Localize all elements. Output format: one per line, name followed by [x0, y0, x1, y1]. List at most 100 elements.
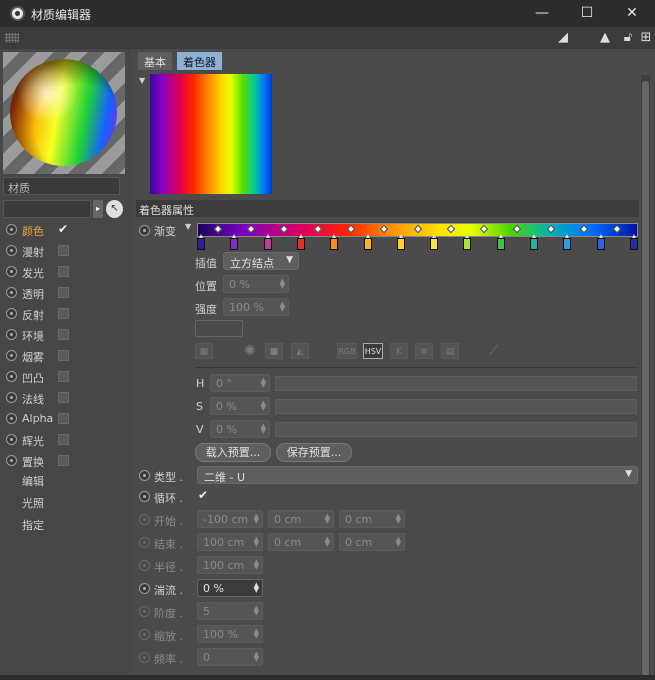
save-preset-button[interactable]: 保存预置... — [276, 443, 352, 462]
gradient-knot[interactable] — [430, 234, 439, 250]
gradient-midpoint-marker[interactable] — [246, 224, 256, 234]
type-dropdown[interactable]: 二维 - U ▼ — [197, 466, 638, 484]
octaves-field[interactable]: 5 ▲ ▼ — [197, 602, 263, 620]
channel-item[interactable]: 颜色 ✔ — [3, 220, 128, 240]
material-preview[interactable] — [3, 52, 125, 174]
type-radio[interactable] — [139, 470, 150, 481]
channel-item[interactable]: 凹凸 — [3, 367, 128, 387]
picture-icon[interactable]: ◭ — [291, 343, 309, 359]
spinner-icon[interactable]: ▲ ▼ — [261, 377, 266, 389]
grip-handle-icon[interactable] — [5, 33, 19, 43]
spinner-icon[interactable]: ▲ ▼ — [396, 513, 401, 525]
spinner-icon[interactable]: ▲ ▼ — [254, 605, 259, 617]
channel-item[interactable]: 反射 — [3, 304, 128, 324]
channel-radio[interactable] — [6, 413, 17, 424]
spinner-icon[interactable]: ▲ ▼ — [254, 582, 259, 594]
gradient-midpoint-marker[interactable] — [280, 224, 289, 234]
gradient-knot[interactable] — [496, 234, 505, 250]
gradient-knot[interactable] — [630, 234, 638, 250]
channel-item[interactable]: 置换 — [3, 451, 128, 471]
channel-item[interactable]: 烟雾 — [3, 346, 128, 366]
channel-checkbox[interactable] — [58, 434, 69, 445]
close-button[interactable]: ✕ — [609, 0, 655, 27]
end-radio[interactable] — [139, 537, 150, 548]
channel-radio[interactable] — [6, 392, 17, 403]
gradient-midpoint-marker[interactable] — [213, 224, 222, 234]
frequency-radio[interactable] — [139, 652, 150, 663]
start-radio[interactable] — [139, 514, 150, 525]
gradient-bar[interactable] — [197, 223, 638, 237]
turbulence-radio[interactable] — [139, 583, 150, 594]
color-swatch[interactable] — [195, 320, 243, 337]
spinner-icon[interactable]: ▲ ▼ — [254, 651, 259, 663]
dropdown-arrow-icon[interactable]: ▸ — [93, 200, 103, 218]
v-field[interactable]: 0 % ▲ ▼ — [210, 420, 270, 438]
tab-shader[interactable]: 着色器 — [177, 52, 222, 70]
intensity-field[interactable]: 100 % ▲ ▼ — [223, 298, 289, 316]
gradient-knot[interactable] — [363, 234, 372, 250]
s-field[interactable]: 0 % ▲ ▼ — [210, 397, 270, 415]
gradient-knot[interactable] — [330, 234, 339, 250]
channel-radio[interactable] — [6, 308, 17, 319]
extra-tab-item[interactable]: 编辑 — [22, 473, 44, 489]
channel-item[interactable]: 环境 — [3, 325, 128, 345]
new-window-icon[interactable]: ⊞ — [638, 30, 654, 46]
channel-checkbox[interactable] — [58, 266, 69, 277]
cycle-checkmark-icon[interactable]: ✔ — [198, 488, 208, 502]
spinner-icon[interactable]: ▲ ▼ — [280, 301, 285, 313]
channel-radio[interactable] — [6, 224, 17, 235]
h-slider[interactable] — [275, 376, 637, 391]
extra-tab-item[interactable]: 指定 — [22, 517, 44, 533]
start-y-field[interactable]: 0 cm ▲ ▼ — [268, 510, 334, 528]
gradient-midpoint-marker[interactable] — [513, 224, 522, 234]
gradient-midpoint-marker[interactable] — [379, 224, 389, 234]
channel-checkbox[interactable] — [58, 413, 69, 424]
channel-item[interactable]: 发光 — [3, 262, 128, 282]
channel-radio[interactable] — [6, 329, 17, 340]
channel-radio[interactable] — [6, 371, 17, 382]
cycle-radio[interactable] — [139, 491, 150, 502]
gradient-midpoint-marker[interactable] — [446, 224, 456, 234]
spectrum-icon[interactable]: ■ — [265, 343, 283, 359]
kelvin-icon[interactable]: K — [390, 343, 408, 359]
gradient-knot[interactable] — [396, 234, 405, 250]
channel-checkbox[interactable] — [58, 245, 69, 256]
scale-field[interactable]: 100 % ▲ ▼ — [197, 625, 263, 643]
mixer-icon[interactable]: ≡ — [415, 343, 433, 359]
extra-tab-item[interactable]: 光照 — [22, 495, 44, 511]
start-x-field[interactable]: -100 cm ▲ ▼ — [197, 510, 263, 528]
gradient-knot[interactable] — [197, 234, 205, 250]
spinner-icon[interactable]: ▲ ▼ — [254, 559, 259, 571]
gradient-knot[interactable] — [296, 234, 305, 250]
spinner-icon[interactable]: ▲ ▼ — [254, 536, 259, 548]
hsv-icon[interactable]: HSV — [363, 343, 383, 359]
channel-checkbox[interactable]: ✔ — [58, 223, 69, 235]
turbulence-field[interactable]: 0 % ▲ ▼ — [197, 579, 263, 597]
rgb-icon[interactable]: RGB — [337, 343, 357, 359]
gradient-knot[interactable] — [596, 234, 605, 250]
lock-icon[interactable]: 🔓︎ — [620, 30, 636, 46]
gradient-knot[interactable] — [230, 234, 239, 250]
h-field[interactable]: 0 ° ▲ ▼ — [210, 374, 270, 392]
frequency-field[interactable]: 0 ▲ ▼ — [197, 648, 263, 666]
channel-checkbox[interactable] — [58, 329, 69, 340]
gradient-knot[interactable] — [463, 234, 472, 250]
channel-radio[interactable] — [6, 455, 17, 466]
swatches-icon[interactable]: ▤ — [441, 343, 459, 359]
channel-item[interactable]: 辉光 — [3, 430, 128, 450]
channel-item[interactable]: 透明 — [3, 283, 128, 303]
maximize-button[interactable]: ☐ — [564, 0, 610, 27]
channel-checkbox[interactable] — [58, 287, 69, 298]
material-dropdown-field[interactable] — [3, 200, 91, 218]
gradient-midpoint-marker[interactable] — [313, 224, 322, 234]
channel-item[interactable]: 法线 — [3, 388, 128, 408]
tab-basic[interactable]: 基本 — [138, 52, 172, 70]
end-z-field[interactable]: 0 cm ▲ ▼ — [339, 533, 405, 551]
channel-radio[interactable] — [6, 287, 17, 298]
pick-cursor-icon[interactable]: ↖ — [106, 200, 123, 218]
gradient-knot[interactable] — [263, 234, 272, 250]
radius-field[interactable]: 100 cm ▲ ▼ — [197, 556, 263, 574]
color-wheel-icon[interactable]: ✺ — [241, 343, 259, 359]
gradient-radio[interactable] — [139, 225, 150, 236]
arrow-icon[interactable]: ◢ — [555, 30, 571, 46]
